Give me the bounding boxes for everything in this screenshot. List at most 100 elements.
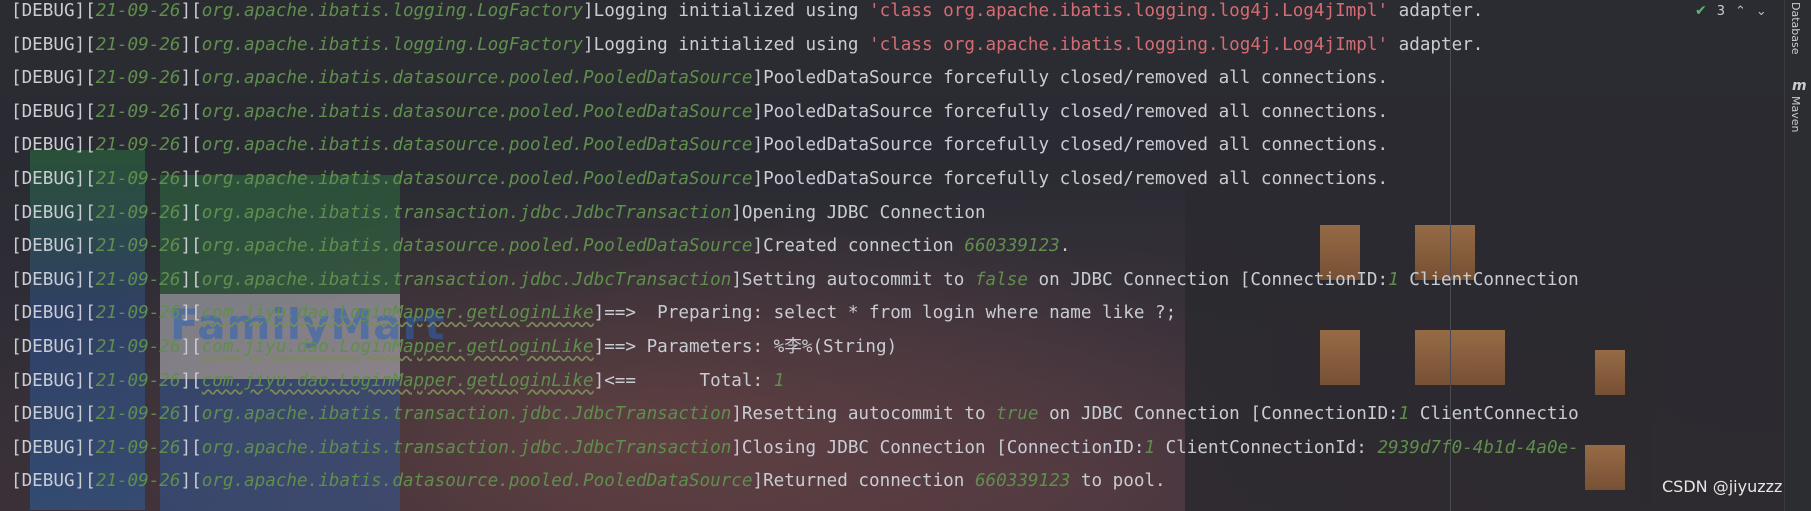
log-value: 660339123 <box>964 236 1060 257</box>
bracket: [ <box>85 337 96 357</box>
log-value: 1 <box>1388 269 1399 290</box>
logger-name: org.apache.ibatis.datasource.pooled.Pool… <box>201 471 753 492</box>
maven-tool-tab[interactable]: Maven <box>1789 96 1802 132</box>
log-level: [DEBUG] <box>11 303 86 324</box>
log-message: ==> Parameters: %李%(String) <box>604 337 898 357</box>
log-date: 21-09-26 <box>95 269 181 290</box>
console-line: [DEBUG][21-09-26][org.apache.ibatis.data… <box>11 164 1388 194</box>
log-message: Logging initialized using <box>593 1 870 21</box>
bracket: [ <box>85 269 96 290</box>
log-level: [DEBUG] <box>11 101 86 122</box>
bracket: ] <box>731 202 742 223</box>
logger-name: com.jiyu.dao.LoginMapper.getLoginLike <box>201 370 594 391</box>
bracket: [ <box>85 404 96 425</box>
log-message: PooledDataSource forcefully closed/remov… <box>763 101 1389 122</box>
bracket: ] <box>731 404 742 425</box>
log-message: ClientConnectio <box>1409 404 1579 425</box>
logger-name: org.apache.ibatis.logging.LogFactory <box>201 1 584 21</box>
log-string-literal: 'class org.apache.ibatis.logging.log4j.L… <box>869 1 1389 21</box>
log-level: [DEBUG] <box>11 34 86 55</box>
log-date: 21-09-26 <box>95 34 181 55</box>
log-date: 21-09-26 <box>95 202 181 223</box>
log-level: [DEBUG] <box>11 471 86 492</box>
console-line: [DEBUG][21-09-26][org.apache.ibatis.data… <box>11 97 1388 127</box>
bracket: [ <box>191 236 202 257</box>
log-date: 21-09-26 <box>95 101 181 122</box>
log-value: false <box>974 269 1028 290</box>
next-highlight-icon[interactable]: ⌄ <box>1756 4 1767 19</box>
bracket: [ <box>191 303 202 324</box>
logger-name: org.apache.ibatis.transaction.jdbc.JdbcT… <box>201 437 732 458</box>
log-level: [DEBUG] <box>11 236 86 257</box>
log-message: PooledDataSource forcefully closed/remov… <box>763 169 1389 189</box>
bracket: ] <box>752 236 764 257</box>
log-level: [DEBUG] <box>11 1 86 21</box>
inspection-widget[interactable]: ✔ 3 ⌃ ⌄ <box>1695 0 1767 22</box>
bracket: [ <box>191 101 202 122</box>
log-date: 21-09-26 <box>95 370 181 391</box>
console-line: [DEBUG][21-09-26][org.apache.ibatis.data… <box>11 466 1166 496</box>
bracket: [ <box>191 337 202 357</box>
log-date: 21-09-26 <box>95 404 181 425</box>
log-message: on JDBC Connection [ConnectionID: <box>1038 404 1399 425</box>
bracket: [ <box>85 236 96 257</box>
log-level: [DEBUG] <box>11 269 86 290</box>
bracket: ] <box>180 370 192 391</box>
log-level: [DEBUG] <box>11 68 86 89</box>
bracket: ] <box>731 437 742 458</box>
bracket: [ <box>85 437 96 458</box>
log-value: 660339123 <box>974 471 1071 492</box>
console-line: [DEBUG][21-09-26][com.jiyu.dao.LoginMapp… <box>11 332 897 362</box>
console-line: [DEBUG][21-09-26][org.apache.ibatis.tran… <box>11 399 1579 429</box>
logger-name: com.jiyu.dao.LoginMapper.getLoginLike <box>201 303 594 324</box>
log-message: <== Total: <box>604 370 774 391</box>
logger-name: org.apache.ibatis.datasource.pooled.Pool… <box>201 135 753 156</box>
log-date: 21-09-26 <box>95 437 181 458</box>
bracket: ] <box>593 303 605 324</box>
bracket: [ <box>85 1 96 21</box>
log-level: [DEBUG] <box>11 135 86 156</box>
log-message: Opening JDBC Connection <box>741 202 986 223</box>
logger-name: org.apache.ibatis.datasource.pooled.Pool… <box>201 169 753 189</box>
log-message: PooledDataSource forcefully closed/remov… <box>763 68 1389 89</box>
log-date: 21-09-26 <box>95 471 181 492</box>
console-line: [DEBUG][21-09-26][com.jiyu.dao.LoginMapp… <box>11 366 784 396</box>
previous-highlight-icon[interactable]: ⌃ <box>1735 4 1746 19</box>
bracket: ] <box>752 169 764 189</box>
log-message: ClientConnection <box>1398 269 1579 290</box>
bracket: ] <box>180 303 192 324</box>
bracket: [ <box>85 471 96 492</box>
bracket: [ <box>191 68 202 89</box>
log-date: 21-09-26 <box>95 337 181 357</box>
logger-name: org.apache.ibatis.transaction.jdbc.JdbcT… <box>201 404 732 425</box>
log-string-literal: 'class org.apache.ibatis.logging.log4j.L… <box>869 34 1389 55</box>
bracket: ] <box>180 437 192 458</box>
log-message: on JDBC Connection [ConnectionID: <box>1027 269 1389 290</box>
bracket: ] <box>731 269 742 290</box>
log-level: [DEBUG] <box>11 437 86 458</box>
console-line: [DEBUG][21-09-26][org.apache.ibatis.logg… <box>11 0 1483 26</box>
console-line: [DEBUG][21-09-26][org.apache.ibatis.data… <box>11 130 1388 160</box>
bracket: ] <box>180 202 192 223</box>
run-console-output[interactable]: [DEBUG][21-09-26][org.apache.ibatis.logg… <box>0 0 1784 511</box>
log-level: [DEBUG] <box>11 337 86 357</box>
console-line: [DEBUG][21-09-26][org.apache.ibatis.tran… <box>11 433 1579 463</box>
logger-name: org.apache.ibatis.transaction.jdbc.JdbcT… <box>201 269 732 290</box>
bracket: [ <box>85 303 96 324</box>
inspection-check-icon: ✔ <box>1695 3 1707 19</box>
bracket: ] <box>583 1 594 21</box>
log-date: 21-09-26 <box>95 68 181 89</box>
log-date: 21-09-26 <box>95 236 181 257</box>
bracket: [ <box>85 34 96 55</box>
bracket: ] <box>180 404 192 425</box>
log-value: true <box>996 404 1039 425</box>
bracket: [ <box>191 1 202 21</box>
log-message: Returned connection <box>763 471 975 492</box>
bracket: [ <box>191 370 202 391</box>
database-tool-tab[interactable]: Database <box>1789 2 1802 55</box>
bracket: [ <box>85 68 96 89</box>
logger-name: org.apache.ibatis.transaction.jdbc.JdbcT… <box>201 202 732 223</box>
log-level: [DEBUG] <box>11 169 86 189</box>
log-message: Closing JDBC Connection [ConnectionID: <box>741 437 1145 458</box>
logger-name: com.jiyu.dao.LoginMapper.getLoginLike <box>201 337 594 357</box>
